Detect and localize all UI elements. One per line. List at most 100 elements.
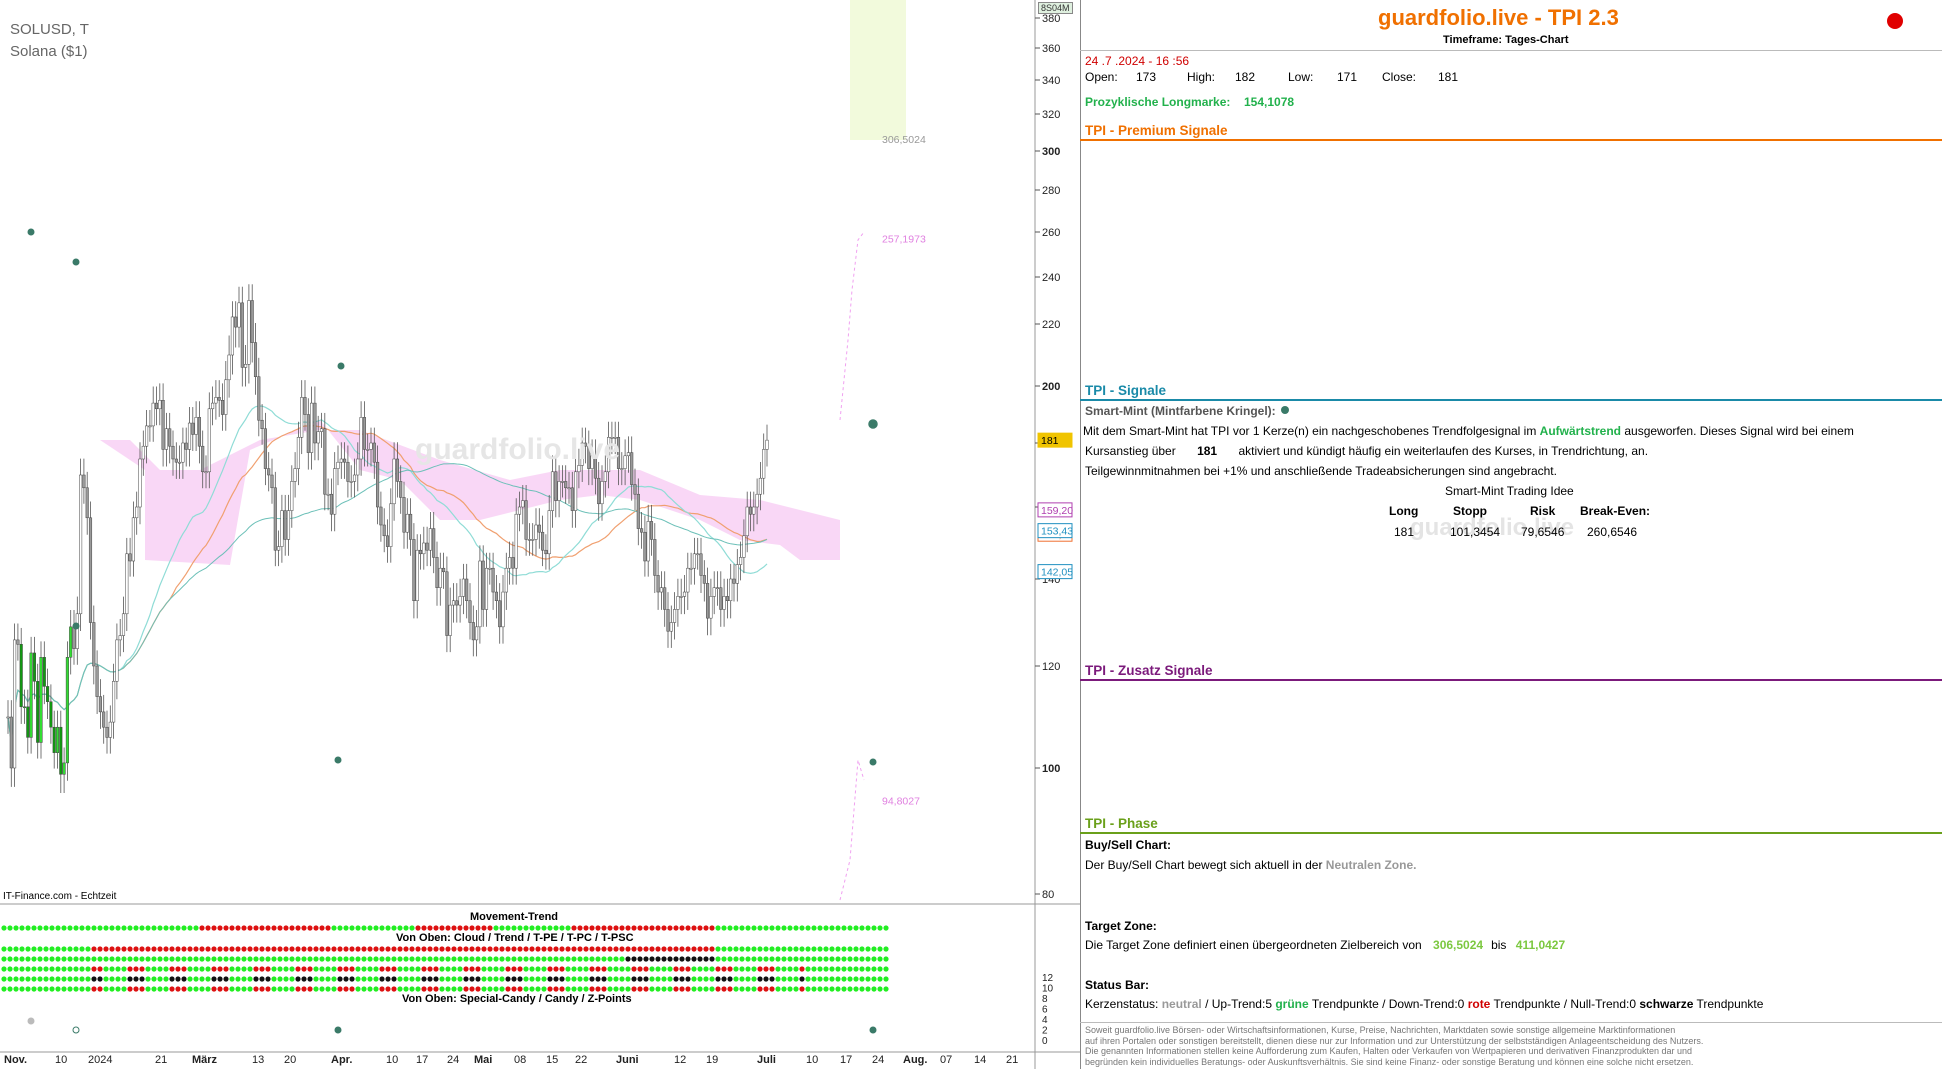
trend-dot [601,925,607,931]
trend-dot [403,986,409,992]
trend-dot [175,986,181,992]
trend-dot [25,966,31,972]
trend-dot [505,956,511,962]
trend-y-tick-label: 10 [1042,984,1054,995]
trend-dot [637,966,643,972]
x-tick-label: 10 [806,1054,818,1066]
candle-body [29,652,33,738]
trend-dot [211,956,217,962]
trend-dot [241,956,247,962]
trend-dot [319,925,325,931]
trend-dot [313,986,319,992]
trend-dot [547,925,553,931]
trend-dot [151,976,157,982]
trend-dot [379,925,385,931]
x-tick-label: 19 [706,1054,718,1066]
projection-down-path [839,759,865,901]
chart-canvas[interactable]: 8010012014016018020022024026028030032034… [0,0,1080,1069]
trend-dot [193,966,199,972]
trend-dot [187,966,193,972]
trend-dot [385,976,391,982]
trend-dot [709,966,715,972]
trend-dot [283,986,289,992]
status-red: rote [1467,997,1491,1011]
trend-dot [793,976,799,982]
trend-dot [361,966,367,972]
trend-dot [199,946,205,952]
trend-dot [859,966,865,972]
trend-dot [571,986,577,992]
trend-dot [253,925,259,931]
candle-body [666,609,670,632]
trend-dot [217,976,223,982]
trend-dot [415,986,421,992]
trend-dot [721,956,727,962]
trend-dot [499,966,505,972]
disclaimer-line-2: auf ihren Portalen oder sonstigen bereit… [1085,1035,1704,1046]
candle-body [435,557,439,588]
y-tick-label: 240 [1042,272,1060,284]
trend-dot [697,946,703,952]
candle-body [32,652,36,682]
candle-body [237,302,241,328]
candle-body [270,474,274,489]
trend-dot [409,986,415,992]
trend-dot [391,946,397,952]
trend-dot [691,956,697,962]
trend-dot [247,946,253,952]
trend-dot [739,966,745,972]
trend-dot [547,966,553,972]
candle-body [574,471,578,511]
trend-dot [457,966,463,972]
trend-dot [751,946,757,952]
trend-dot [361,925,367,931]
candle-body [59,726,63,775]
trend-dot [715,925,721,931]
trend-dot [631,986,637,992]
trend-dot [55,966,61,972]
trend-dot [565,966,571,972]
candle-body [626,452,630,457]
low-value: 171 [1337,70,1358,84]
trend-dot [439,946,445,952]
trend-dot [769,925,775,931]
candle-body [465,578,469,601]
trend-dot [241,925,247,931]
trend-dot [631,946,637,952]
price-chart[interactable]: 8010012014016018020022024026028030032034… [0,0,1081,1069]
trend-dot [397,966,403,972]
trend-dot [163,956,169,962]
trend-dot [673,986,679,992]
trend-dot [463,966,469,972]
trend-dot [517,986,523,992]
trend-dot [133,966,139,972]
candle-body [105,726,109,738]
trend-dot [481,925,487,931]
trend-dot [301,976,307,982]
trend-dot [181,976,187,982]
trend-dot [373,966,379,972]
trend-dot [265,956,271,962]
trend-dot [247,925,253,931]
trend-dot [535,956,541,962]
trend-dot [673,956,679,962]
trend-dot [1,966,7,972]
trend-dot [205,956,211,962]
candle-body [663,587,667,610]
trend-dot [625,976,631,982]
trend-dot [283,925,289,931]
trend-dot [619,956,625,962]
trend-dot [769,956,775,962]
trend-dot [55,986,61,992]
candle-body [686,567,690,593]
trend-dot [115,925,121,931]
trend-dot [607,976,613,982]
trend-dot [799,956,805,962]
trend-dot [67,976,73,982]
x-tick-label: 2024 [88,1054,112,1066]
trend-dot [289,956,295,962]
trend-dot [451,986,457,992]
trend-dot [235,946,241,952]
trend-dot [13,925,19,931]
trend-dot [883,925,889,931]
